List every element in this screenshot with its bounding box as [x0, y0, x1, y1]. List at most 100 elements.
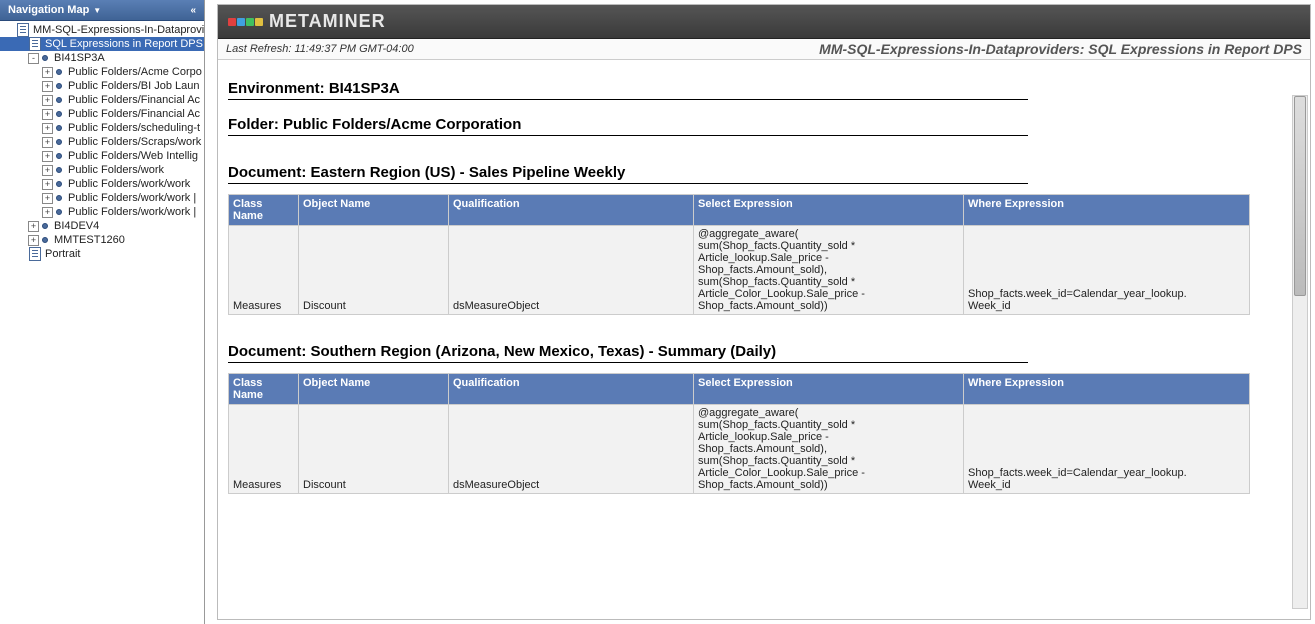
cell-qualification: dsMeasureObject: [449, 405, 694, 494]
nav-header[interactable]: Navigation Map ▼ «: [0, 0, 204, 21]
expand-icon[interactable]: +: [42, 137, 53, 148]
cell-class-name: Measures: [229, 405, 299, 494]
folder-bullet-icon: [56, 195, 62, 201]
table-row[interactable]: MeasuresDiscountdsMeasureObject@aggregat…: [229, 405, 1250, 494]
cell-object-name: Discount: [299, 226, 449, 315]
tree-item-label: SQL Expressions in Report DPS: [45, 38, 203, 50]
column-header[interactable]: Object Name: [299, 195, 449, 226]
navigation-sidebar: Navigation Map ▼ « MM-SQL-Expressions-In…: [0, 0, 205, 624]
expand-icon[interactable]: +: [42, 81, 53, 92]
column-header[interactable]: Qualification: [449, 195, 694, 226]
document-icon: [28, 248, 42, 260]
expand-icon[interactable]: +: [42, 123, 53, 134]
document-heading: Document: Eastern Region (US) - Sales Pi…: [228, 164, 1028, 184]
tree-item[interactable]: + MMTEST1260: [0, 233, 204, 247]
tree-item[interactable]: SQL Expressions in Report DPS: [0, 37, 204, 51]
document-heading: Document: Southern Region (Arizona, New …: [228, 343, 1028, 363]
tree-item[interactable]: Portrait: [0, 247, 204, 261]
tree-item-label: BI41SP3A: [54, 52, 105, 64]
main-panel: METAMINER Last Refresh: 11:49:37 PM GMT-…: [217, 4, 1311, 620]
tree-item[interactable]: + Public Folders/Scraps/work: [0, 135, 204, 149]
tree-item-label: Public Folders/Financial Ac: [68, 108, 200, 120]
title-bar: Last Refresh: 11:49:37 PM GMT-04:00 MM-S…: [218, 39, 1310, 60]
column-header[interactable]: Select Expression: [694, 195, 964, 226]
tree-item[interactable]: + Public Folders/BI Job Laun: [0, 79, 204, 93]
collapse-icon[interactable]: «: [190, 5, 196, 16]
expand-icon[interactable]: +: [42, 151, 53, 162]
folder-bullet-icon: [56, 167, 62, 173]
tree-item-label: Public Folders/Scraps/work: [68, 136, 201, 148]
last-refresh: Last Refresh: 11:49:37 PM GMT-04:00: [226, 43, 414, 55]
folder-bullet-icon: [56, 69, 62, 75]
column-header[interactable]: Class Name: [229, 374, 299, 405]
dropdown-icon[interactable]: ▼: [93, 6, 101, 15]
expand-icon[interactable]: +: [42, 207, 53, 218]
expander-placeholder: [14, 39, 25, 50]
tree-item[interactable]: + Public Folders/Financial Ac: [0, 93, 204, 107]
expand-icon[interactable]: +: [42, 67, 53, 78]
tree-item-label: Public Folders/BI Job Laun: [68, 80, 199, 92]
cell-select-expr: @aggregate_aware( sum(Shop_facts.Quantit…: [694, 405, 964, 494]
tree-item-label: MMTEST1260: [54, 234, 125, 246]
table-row[interactable]: MeasuresDiscountdsMeasureObject@aggregat…: [229, 226, 1250, 315]
nav-title: Navigation Map: [8, 4, 89, 16]
expand-icon[interactable]: +: [42, 95, 53, 106]
expand-icon[interactable]: +: [42, 109, 53, 120]
column-header[interactable]: Where Expression: [964, 374, 1250, 405]
nav-tree: MM-SQL-Expressions-In-Dataprovider SQL Ex…: [0, 21, 204, 624]
folder-bullet-icon: [56, 97, 62, 103]
tree-item[interactable]: + Public Folders/work: [0, 163, 204, 177]
tree-item[interactable]: + Public Folders/work/work |: [0, 205, 204, 219]
column-header[interactable]: Class Name: [229, 195, 299, 226]
document-icon: [16, 24, 30, 36]
tree-item[interactable]: + Public Folders/Web Intellig: [0, 149, 204, 163]
column-header[interactable]: Select Expression: [694, 374, 964, 405]
tree-item[interactable]: +Public Folders/work/work |: [0, 191, 204, 205]
folder-heading: Folder: Public Folders/Acme Corporation: [228, 116, 1028, 136]
column-header[interactable]: Qualification: [449, 374, 694, 405]
tree-item[interactable]: + Public Folders/work/work: [0, 177, 204, 191]
document-icon: [28, 38, 42, 50]
expander-placeholder: [2, 25, 13, 36]
tree-item-label: MM-SQL-Expressions-In-Dataprovider: [33, 24, 204, 36]
sql-expression-table: Class NameObject NameQualificationSelect…: [228, 194, 1250, 315]
brand-bar: METAMINER: [218, 5, 1310, 39]
cell-select-expr: @aggregate_aware( sum(Shop_facts.Quantit…: [694, 226, 964, 315]
tree-item-label: Public Folders/scheduling-t: [68, 122, 200, 134]
folder-bullet-icon: [56, 209, 62, 215]
folder-bullet-icon: [56, 83, 62, 89]
expand-icon[interactable]: +: [42, 165, 53, 176]
collapse-icon[interactable]: -: [28, 53, 39, 64]
cell-class-name: Measures: [229, 226, 299, 315]
tree-item[interactable]: MM-SQL-Expressions-In-Dataprovider: [0, 23, 204, 37]
tree-item[interactable]: - BI41SP3A: [0, 51, 204, 65]
expand-icon[interactable]: +: [28, 221, 39, 232]
expand-icon[interactable]: +: [42, 193, 53, 204]
brand-name: METAMINER: [269, 11, 386, 32]
tree-item-label: Public Folders/work/work: [68, 178, 190, 190]
folder-bullet-icon: [56, 125, 62, 131]
tree-item-label: Public Folders/Web Intellig: [68, 150, 198, 162]
column-header[interactable]: Where Expression: [964, 195, 1250, 226]
cell-where-expr: Shop_facts.week_id=Calendar_year_lookup.…: [964, 226, 1250, 315]
report-title: MM-SQL-Expressions-In-Dataproviders: SQL…: [819, 41, 1302, 57]
tree-item[interactable]: + Public Folders/scheduling-t: [0, 121, 204, 135]
tree-item[interactable]: + Public Folders/Financial Ac: [0, 107, 204, 121]
scrollbar-thumb[interactable]: [1294, 96, 1306, 296]
tree-item-label: Public Folders/Acme Corpo: [68, 66, 202, 78]
tree-item-label: Public Folders/work: [68, 164, 164, 176]
tree-item[interactable]: + BI4DEV4: [0, 219, 204, 233]
expand-icon[interactable]: +: [28, 235, 39, 246]
sql-expression-table: Class NameObject NameQualificationSelect…: [228, 373, 1250, 494]
tree-item-label: Public Folders/Financial Ac: [68, 94, 200, 106]
cell-qualification: dsMeasureObject: [449, 226, 694, 315]
tree-item[interactable]: + Public Folders/Acme Corpo: [0, 65, 204, 79]
tree-item-label: BI4DEV4: [54, 220, 99, 232]
tree-item-label: Public Folders/work/work |: [68, 206, 196, 218]
scrollbar-track[interactable]: [1292, 95, 1308, 609]
column-header[interactable]: Object Name: [299, 374, 449, 405]
folder-bullet-icon: [56, 181, 62, 187]
expand-icon[interactable]: +: [42, 179, 53, 190]
folder-bullet-icon: [56, 139, 62, 145]
expander-placeholder: [14, 249, 25, 260]
